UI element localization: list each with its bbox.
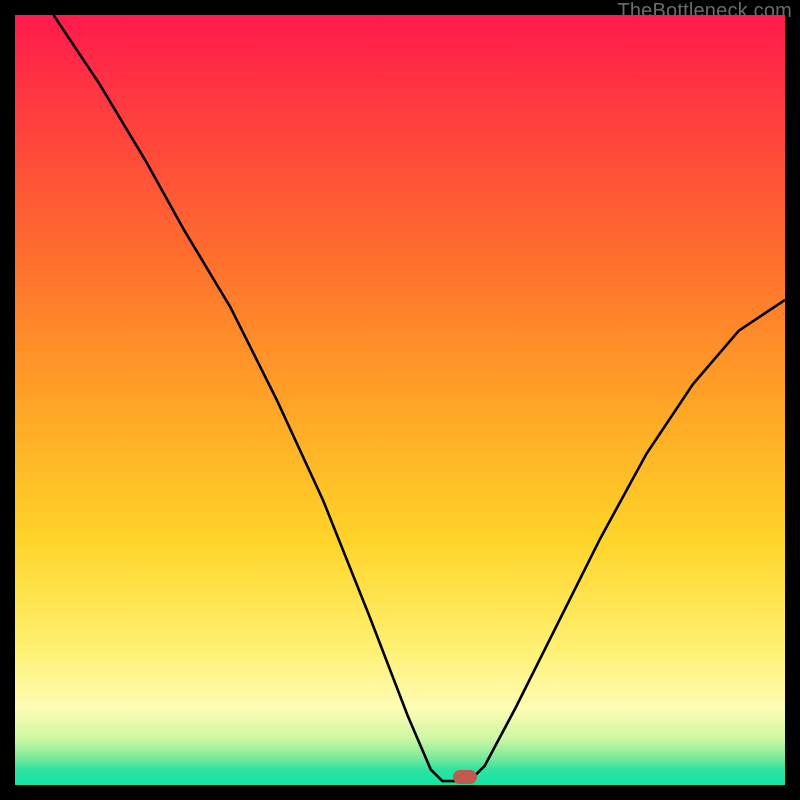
curve-line [15,15,785,785]
min-marker [453,770,477,784]
chart-frame: TheBottleneck.com [0,0,800,800]
plot-area [15,15,785,785]
